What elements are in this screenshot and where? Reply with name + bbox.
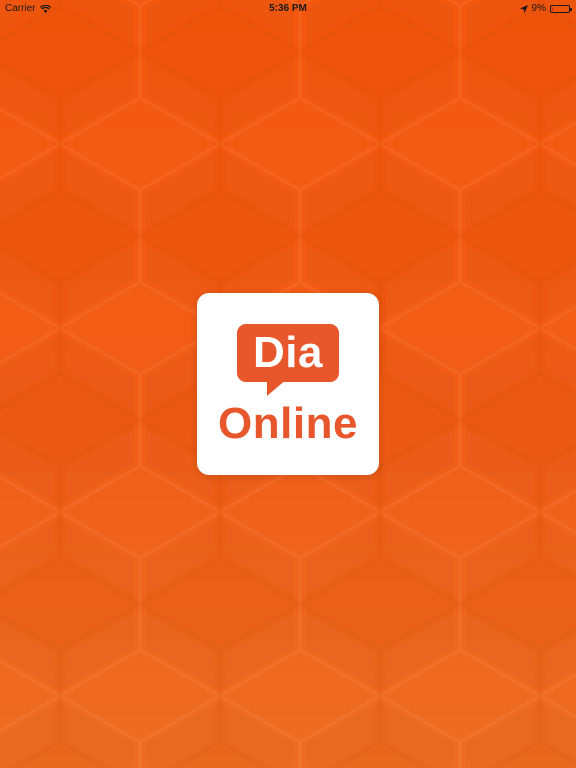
app-logo: Dia Online	[197, 293, 379, 475]
speech-bubble-tail	[267, 379, 287, 396]
logo-word-online: Online	[218, 399, 358, 448]
splash-screen: Carrier 5:36 PM 9% Dia Online	[0, 0, 576, 768]
battery-percent: 9%	[531, 3, 546, 14]
battery-level	[552, 6, 553, 11]
logo-word-dia: Dia	[253, 328, 323, 377]
status-right: 9%	[519, 3, 572, 14]
speech-bubble: Dia	[237, 324, 339, 382]
battery-icon	[550, 4, 572, 13]
location-arrow-icon	[519, 4, 528, 13]
status-time: 5:36 PM	[269, 3, 307, 14]
status-bar: Carrier 5:36 PM 9%	[0, 0, 576, 18]
